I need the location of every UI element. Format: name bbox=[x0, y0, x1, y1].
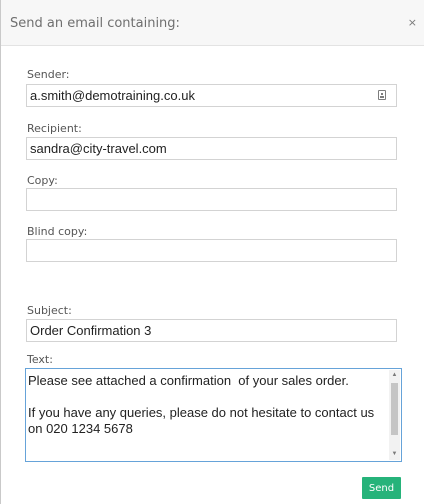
recipient-label: Recipient: bbox=[27, 122, 82, 135]
scroll-down-arrow-icon[interactable]: ▼ bbox=[389, 449, 400, 460]
subject-value: Order Confirmation 3 bbox=[30, 323, 152, 338]
text-area-content: Please see attached a confirmation of yo… bbox=[28, 373, 375, 436]
send-email-dialog: Send an email containing: × Sender: a.sm… bbox=[0, 0, 424, 504]
send-button[interactable]: Send bbox=[362, 477, 401, 499]
text-label: Text: bbox=[27, 353, 53, 366]
subject-input[interactable]: Order Confirmation 3 bbox=[26, 319, 397, 342]
sender-label: Sender: bbox=[27, 68, 70, 81]
close-icon[interactable]: × bbox=[408, 16, 417, 29]
dialog-title: Send an email containing: bbox=[10, 16, 180, 31]
contact-card-icon[interactable] bbox=[378, 90, 386, 100]
dialog-header: Send an email containing: × bbox=[1, 0, 424, 46]
subject-label: Subject: bbox=[27, 304, 72, 317]
sender-value: a.smith@demotraining.co.uk bbox=[30, 88, 195, 103]
copy-label: Copy: bbox=[27, 174, 58, 187]
text-area-scrollbar[interactable]: ▲ ▼ bbox=[389, 370, 400, 460]
blind-copy-input[interactable] bbox=[26, 239, 397, 262]
copy-input[interactable] bbox=[26, 188, 397, 211]
text-area[interactable]: Please see attached a confirmation of yo… bbox=[25, 368, 402, 462]
recipient-input[interactable]: sandra@city-travel.com bbox=[26, 137, 397, 160]
scrollbar-thumb[interactable] bbox=[391, 383, 398, 435]
recipient-value: sandra@city-travel.com bbox=[30, 141, 167, 156]
blind-copy-label: Blind copy: bbox=[27, 225, 88, 238]
sender-input[interactable]: a.smith@demotraining.co.uk bbox=[26, 84, 397, 107]
scroll-up-arrow-icon[interactable]: ▲ bbox=[389, 370, 400, 381]
